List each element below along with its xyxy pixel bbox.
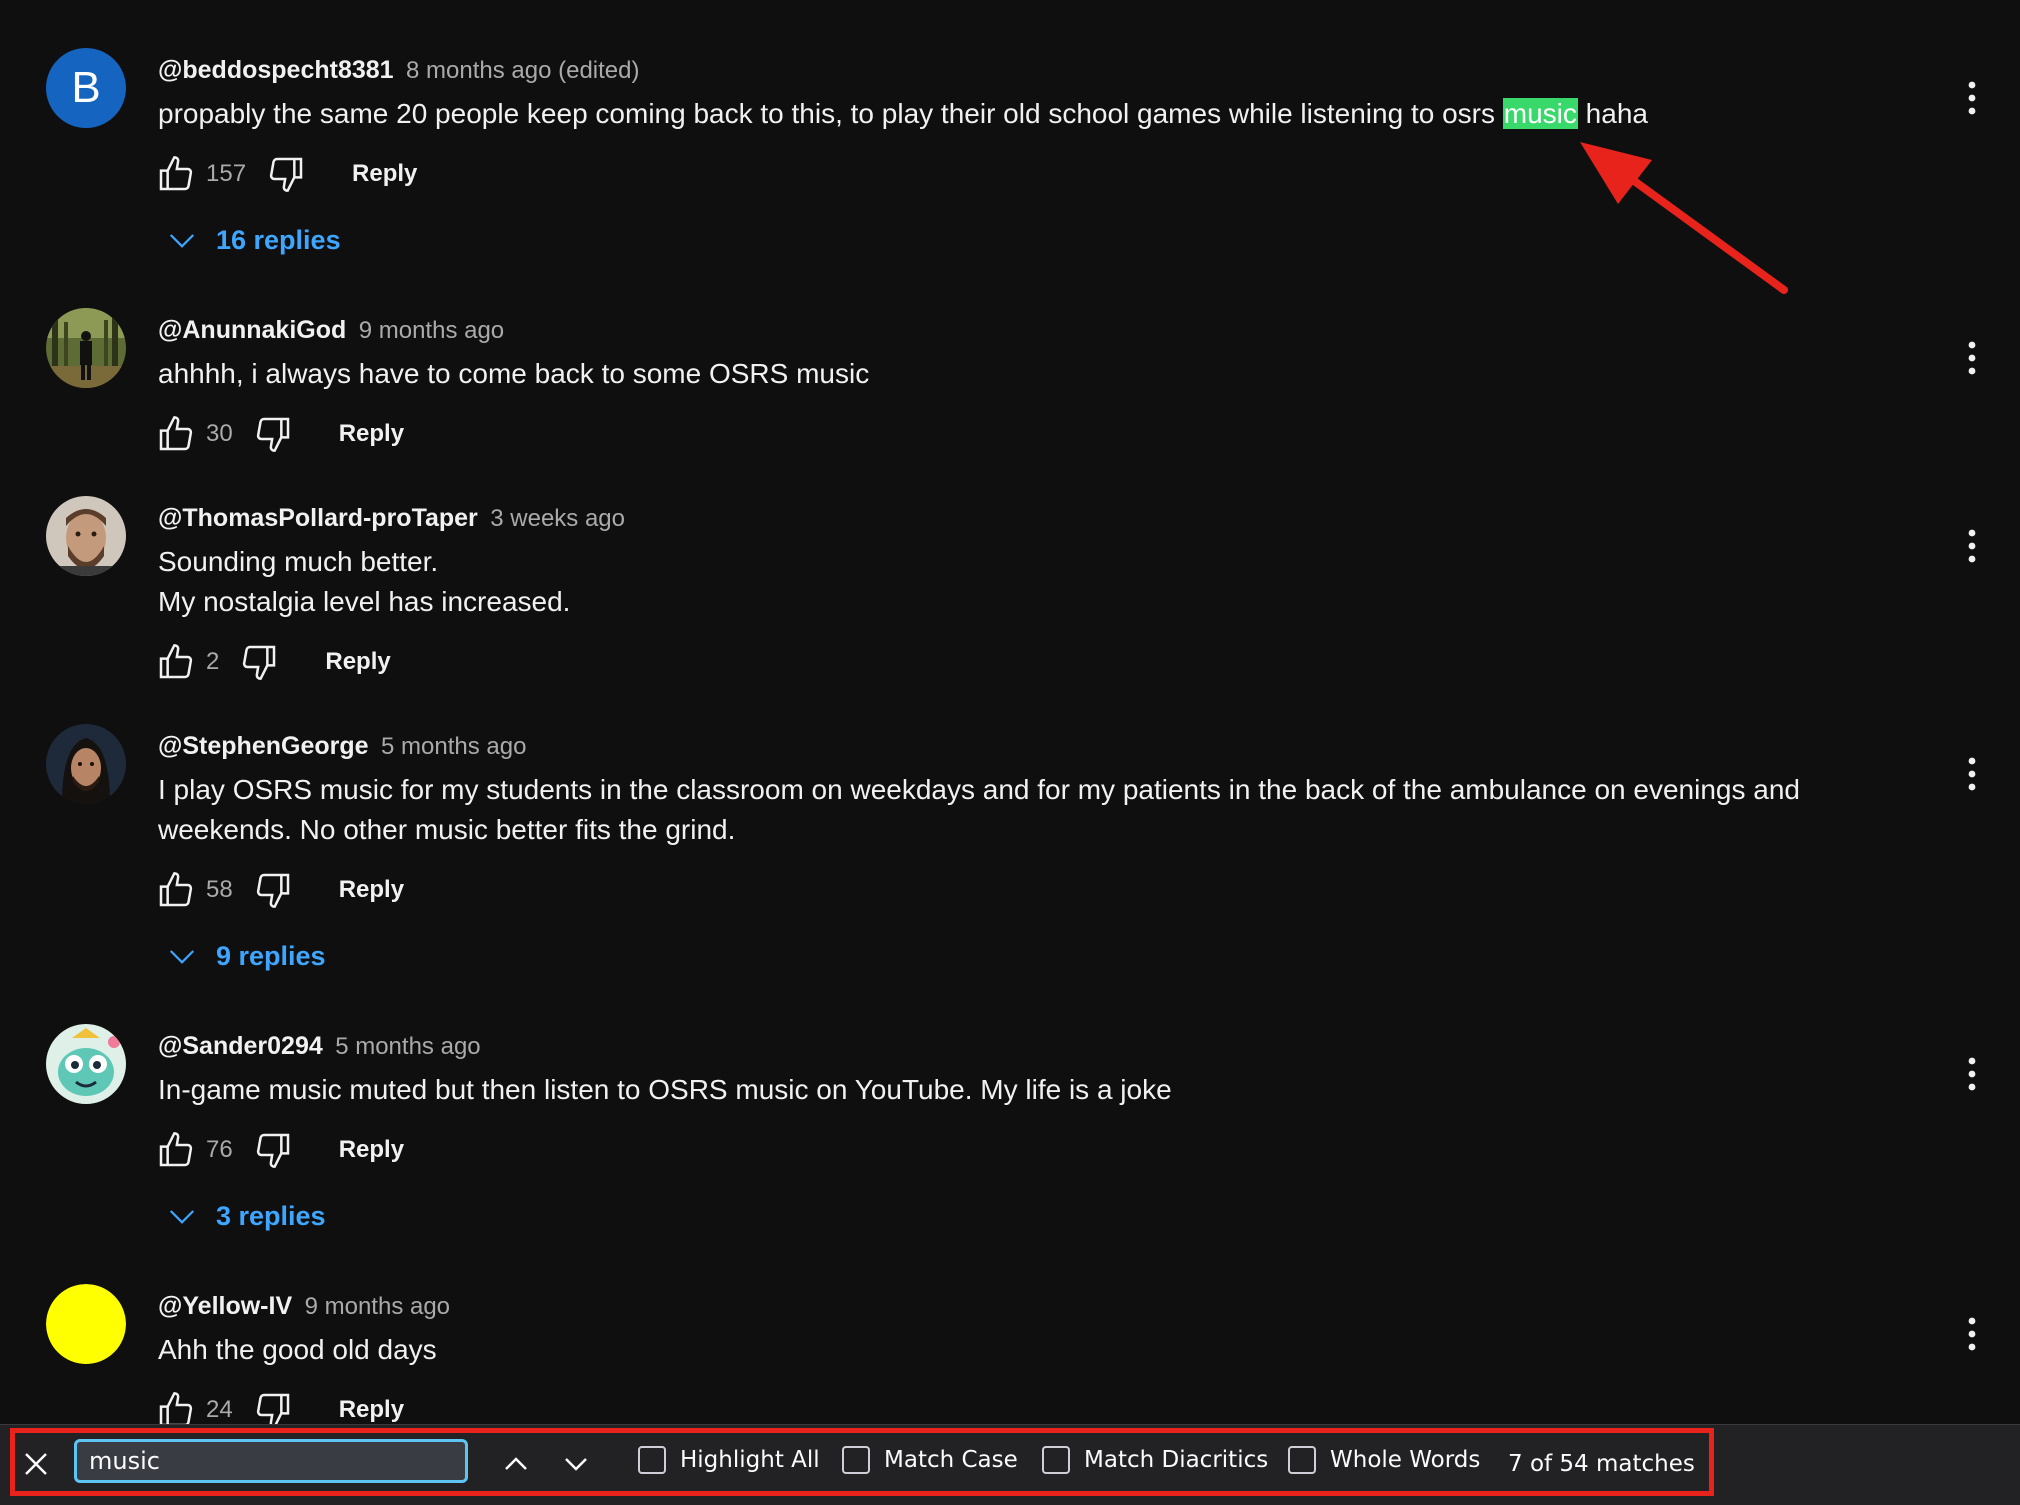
chevron-up-icon[interactable] bbox=[494, 1442, 538, 1486]
avatar[interactable]: B bbox=[46, 48, 126, 128]
comment-actions: 58 Reply bbox=[154, 866, 1830, 914]
avatar[interactable] bbox=[46, 1284, 126, 1364]
comment-text: Sounding much better. My nostalgia level… bbox=[158, 542, 1830, 622]
like-count: 2 bbox=[206, 648, 220, 675]
comment-line: weekends. No other music better fits the… bbox=[158, 814, 736, 845]
reply-button[interactable]: Reply bbox=[339, 420, 404, 448]
more-vertical-icon[interactable] bbox=[1952, 1312, 1992, 1356]
chevron-down-icon bbox=[162, 936, 202, 976]
more-vertical-icon[interactable] bbox=[1952, 1052, 1992, 1096]
checkbox-label: Highlight All bbox=[680, 1447, 820, 1473]
reply-button[interactable]: Reply bbox=[325, 648, 390, 676]
whole-words-checkbox[interactable]: Whole Words bbox=[1288, 1446, 1480, 1474]
thumbs-up-icon[interactable] bbox=[154, 152, 198, 196]
close-icon[interactable] bbox=[16, 1442, 56, 1486]
comment-line: I play OSRS music for my students in the… bbox=[158, 774, 1800, 805]
like-count: 58 bbox=[206, 876, 233, 903]
reply-button[interactable]: Reply bbox=[339, 876, 404, 904]
comment-time[interactable]: 5 months ago bbox=[381, 733, 526, 760]
find-input[interactable] bbox=[74, 1439, 468, 1483]
like-count: 30 bbox=[206, 420, 233, 447]
more-vertical-icon[interactable] bbox=[1952, 76, 1992, 120]
thumbs-up-icon[interactable] bbox=[154, 1128, 198, 1172]
reply-button[interactable]: Reply bbox=[339, 1136, 404, 1164]
comment-text: Ahh the good old days bbox=[158, 1330, 1830, 1370]
thumbs-up-icon[interactable] bbox=[154, 868, 198, 912]
checkbox-box[interactable] bbox=[1042, 1446, 1070, 1474]
search-match-highlight: music bbox=[1502, 98, 1578, 129]
comment-text-before: propably the same 20 people keep coming … bbox=[158, 98, 1503, 129]
thumbs-down-icon[interactable] bbox=[251, 1128, 295, 1172]
comment-line: Ahh the good old days bbox=[158, 1334, 437, 1365]
comment-line: Sounding much better. bbox=[158, 546, 439, 577]
comment-author[interactable]: @beddospecht8381 bbox=[158, 56, 394, 84]
chevron-down-icon bbox=[162, 1196, 202, 1236]
match-case-checkbox[interactable]: Match Case bbox=[842, 1446, 1018, 1474]
comment-time[interactable]: 9 months ago bbox=[305, 1293, 450, 1320]
chevron-down-icon[interactable] bbox=[554, 1442, 598, 1486]
comment-time[interactable]: 3 weeks ago bbox=[490, 505, 625, 532]
avatar[interactable] bbox=[46, 308, 126, 388]
comment-actions: 76 Reply bbox=[154, 1126, 1830, 1174]
comment-author[interactable]: @Yellow-IV bbox=[158, 1292, 292, 1320]
thumbs-down-icon[interactable] bbox=[251, 412, 295, 456]
checkbox-box[interactable] bbox=[638, 1446, 666, 1474]
comment-actions: 30 Reply bbox=[154, 410, 1830, 458]
highlight-all-checkbox[interactable]: Highlight All bbox=[638, 1446, 820, 1474]
chevron-down-icon bbox=[162, 220, 202, 260]
more-vertical-icon[interactable] bbox=[1952, 524, 1992, 568]
comment-text: I play OSRS music for my students in the… bbox=[158, 770, 1830, 850]
comment-author[interactable]: @AnunnakiGod bbox=[158, 316, 346, 344]
checkbox-box[interactable] bbox=[842, 1446, 870, 1474]
reply-button[interactable]: Reply bbox=[352, 160, 417, 188]
comment-time[interactable]: 5 months ago bbox=[335, 1033, 480, 1060]
avatar[interactable] bbox=[46, 1024, 126, 1104]
comment-text: propably the same 20 people keep coming … bbox=[158, 94, 1830, 134]
reply-button[interactable]: Reply bbox=[339, 1396, 404, 1424]
replies-count: 9 replies bbox=[216, 940, 326, 971]
thumbs-up-icon[interactable] bbox=[154, 640, 198, 684]
checkbox-box[interactable] bbox=[1288, 1446, 1316, 1474]
comment-line: ahhhh, i always have to come back to som… bbox=[158, 358, 870, 389]
view-replies-button[interactable]: 9 replies bbox=[162, 932, 1830, 980]
comment-text: ahhhh, i always have to come back to som… bbox=[158, 354, 1830, 394]
comment-line: My nostalgia level has increased. bbox=[158, 586, 571, 617]
thumbs-down-icon[interactable] bbox=[264, 152, 308, 196]
view-replies-button[interactable]: 3 replies bbox=[162, 1192, 1830, 1240]
more-vertical-icon[interactable] bbox=[1952, 336, 1992, 380]
comment-actions: 157 Reply bbox=[154, 150, 1830, 198]
avatar-letter: B bbox=[71, 63, 101, 112]
thumbs-down-icon[interactable] bbox=[237, 640, 281, 684]
comment-time[interactable]: 8 months ago (edited) bbox=[406, 57, 639, 84]
match-diacritics-checkbox[interactable]: Match Diacritics bbox=[1042, 1446, 1268, 1474]
comment-text: In-game music muted but then listen to O… bbox=[158, 1070, 1830, 1110]
comment-line: In-game music muted but then listen to O… bbox=[158, 1074, 1172, 1105]
like-count: 24 bbox=[206, 1396, 233, 1423]
avatar[interactable] bbox=[46, 496, 126, 576]
comment-author[interactable]: @ThomasPollard-proTaper bbox=[158, 504, 478, 532]
like-count: 76 bbox=[206, 1136, 233, 1163]
replies-count: 16 replies bbox=[216, 224, 341, 255]
more-vertical-icon[interactable] bbox=[1952, 752, 1992, 796]
comment-author[interactable]: @Sander0294 bbox=[158, 1032, 323, 1060]
match-status: 7 of 54 matches bbox=[1508, 1451, 1695, 1477]
checkbox-label: Whole Words bbox=[1330, 1447, 1481, 1473]
avatar[interactable] bbox=[46, 724, 126, 804]
thumbs-up-icon[interactable] bbox=[154, 412, 198, 456]
comment-actions: 2 Reply bbox=[154, 638, 1830, 686]
replies-count: 3 replies bbox=[216, 1200, 326, 1231]
checkbox-label: Match Case bbox=[884, 1447, 1018, 1473]
comment-time[interactable]: 9 months ago bbox=[359, 317, 504, 344]
checkbox-label: Match Diacritics bbox=[1084, 1447, 1269, 1473]
view-replies-button[interactable]: 16 replies bbox=[162, 216, 1830, 264]
comment-text-after: haha bbox=[1577, 98, 1648, 129]
comment-author[interactable]: @StephenGeorge bbox=[158, 732, 369, 760]
like-count: 157 bbox=[206, 160, 247, 187]
thumbs-down-icon[interactable] bbox=[251, 868, 295, 912]
